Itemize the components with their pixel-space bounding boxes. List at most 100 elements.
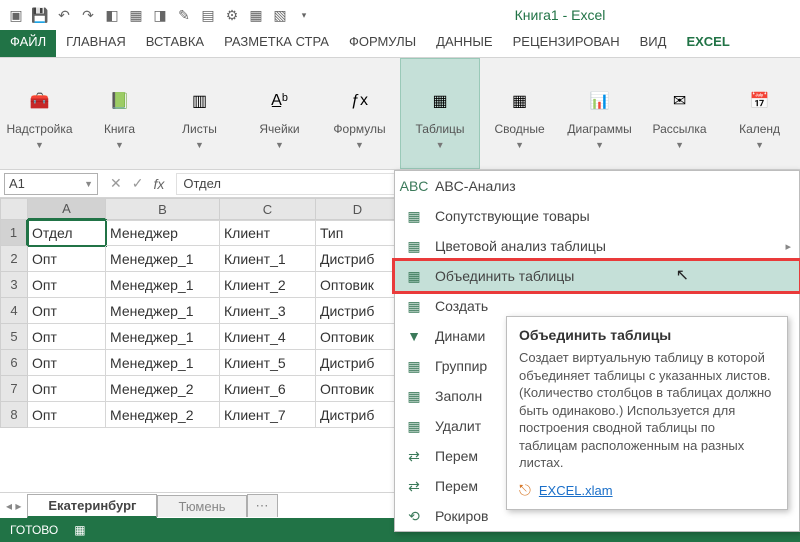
cell[interactable]: Менеджер_1	[106, 350, 220, 376]
ribbon-button-диаграммы[interactable]: 📊Диаграммы▼	[560, 58, 640, 169]
chevron-down-icon[interactable]: ▼	[84, 179, 93, 189]
menu-item[interactable]: AВCABC-Анализ	[395, 171, 799, 201]
ribbon-button-листы[interactable]: ▥Листы▼	[160, 58, 240, 169]
row-header[interactable]: 6	[0, 350, 28, 376]
menu-item[interactable]: ▦Сопутствующие товары	[395, 201, 799, 231]
menu-item-icon: ⟲	[405, 507, 423, 525]
ribbon-tab[interactable]: РЕЦЕНЗИРОВАН	[503, 30, 630, 57]
cell[interactable]: Клиент_3	[220, 298, 316, 324]
cell[interactable]: Дистриб	[316, 246, 400, 272]
row-header[interactable]: 1	[0, 220, 28, 246]
save-icon[interactable]: 💾	[30, 5, 50, 25]
ribbon-button-таблицы[interactable]: ▦Таблицы▼	[400, 58, 480, 169]
cell[interactable]: Опт	[28, 324, 106, 350]
ribbon-button-надстройка[interactable]: 🧰Надстройка▼	[0, 58, 80, 169]
cell[interactable]: Опт	[28, 402, 106, 428]
qat-overflow-icon[interactable]: ▾	[294, 5, 314, 25]
ribbon-button-книга[interactable]: 📗Книга▼	[80, 58, 160, 169]
menu-item[interactable]: ▦Объединить таблицы↖	[395, 261, 799, 291]
ribbon-icon: ✉	[662, 83, 698, 119]
ribbon-tab[interactable]: ФАЙЛ	[0, 30, 56, 57]
ribbon-tab[interactable]: ДАННЫЕ	[426, 30, 502, 57]
qat-btn-7[interactable]: ▧	[270, 5, 290, 25]
sheet-tab[interactable]: Тюмень	[157, 495, 246, 517]
row-header[interactable]: 7	[0, 376, 28, 402]
qat-btn-4[interactable]: ✎	[174, 5, 194, 25]
add-sheet-button[interactable]: ⋯	[247, 494, 278, 517]
tooltip-link[interactable]: EXCEL.xlam	[539, 483, 613, 498]
ribbon-button-сводные[interactable]: ▦Сводные▼	[480, 58, 560, 169]
ribbon-button-формулы[interactable]: ƒxФормулы▼	[320, 58, 400, 169]
ribbon-button-календ[interactable]: 📅Календ▼	[720, 58, 800, 169]
qat-btn-5[interactable]: ▤	[198, 5, 218, 25]
chevron-down-icon: ▼	[355, 140, 364, 150]
select-all-corner[interactable]	[0, 198, 28, 220]
cell[interactable]: Менеджер_2	[106, 402, 220, 428]
name-box[interactable]: A1 ▼	[4, 173, 98, 195]
cell[interactable]: Клиент_7	[220, 402, 316, 428]
ribbon-button-рассылка[interactable]: ✉Рассылка▼	[640, 58, 720, 169]
cancel-icon[interactable]: ✕	[110, 175, 122, 192]
redo-icon[interactable]: ↷	[78, 5, 98, 25]
cell[interactable]: Клиент_2	[220, 272, 316, 298]
sheet-nav[interactable]: ◂ ▸	[0, 499, 27, 513]
ribbon-button-ячейки[interactable]: A̲ᵇЯчейки▼	[240, 58, 320, 169]
chevron-down-icon: ▼	[755, 140, 764, 150]
row-header[interactable]: 3	[0, 272, 28, 298]
cell[interactable]: Клиент_5	[220, 350, 316, 376]
cell[interactable]: Опт	[28, 298, 106, 324]
cell[interactable]: Клиент_1	[220, 246, 316, 272]
cell[interactable]: Опт	[28, 376, 106, 402]
ribbon-tab[interactable]: ВСТАВКА	[136, 30, 214, 57]
cell[interactable]: Дистриб	[316, 298, 400, 324]
ribbon-icon: ▥	[182, 83, 218, 119]
qat-btn-2[interactable]: ▦	[126, 5, 146, 25]
cell[interactable]: Тип	[316, 220, 400, 246]
gear-icon[interactable]: ⚙	[222, 5, 242, 25]
cell[interactable]: Дистриб	[316, 402, 400, 428]
menu-item-label: Рокиров	[435, 508, 488, 524]
cell[interactable]: Клиент	[220, 220, 316, 246]
enter-icon[interactable]: ✓	[132, 175, 144, 192]
cell[interactable]: Менеджер	[106, 220, 220, 246]
sheet-tab-active[interactable]: Екатеринбург	[27, 494, 157, 518]
cell[interactable]: Отдел	[28, 220, 106, 246]
cell[interactable]: Оптовик	[316, 376, 400, 402]
cell[interactable]: Оптовик	[316, 272, 400, 298]
row-header[interactable]: 2	[0, 246, 28, 272]
column-header[interactable]: D	[316, 198, 400, 220]
ribbon-tab[interactable]: РАЗМЕТКА СТРА	[214, 30, 339, 57]
cell[interactable]: Клиент_6	[220, 376, 316, 402]
ribbon-tab[interactable]: ГЛАВНАЯ	[56, 30, 136, 57]
cell[interactable]: Опт	[28, 246, 106, 272]
cell[interactable]: Менеджер_1	[106, 324, 220, 350]
cell[interactable]: Менеджер_1	[106, 272, 220, 298]
column-header[interactable]: B	[106, 198, 220, 220]
ribbon-label: Надстройка	[6, 123, 72, 136]
qat-btn-3[interactable]: ◨	[150, 5, 170, 25]
row-header[interactable]: 8	[0, 402, 28, 428]
column-header[interactable]: A	[28, 198, 106, 220]
cell[interactable]: Опт	[28, 272, 106, 298]
ribbon-tab[interactable]: EXCEL	[676, 30, 739, 57]
cell[interactable]: Оптовик	[316, 324, 400, 350]
ribbon-tab[interactable]: ВИД	[630, 30, 677, 57]
cell[interactable]: Менеджер_1	[106, 246, 220, 272]
quick-access-toolbar: ▣ 💾 ↶ ↷ ◧ ▦ ◨ ✎ ▤ ⚙ ▦ ▧ ▾	[0, 5, 320, 25]
cell[interactable]: Дистриб	[316, 350, 400, 376]
column-header[interactable]: C	[220, 198, 316, 220]
cell[interactable]: Клиент_4	[220, 324, 316, 350]
menu-item[interactable]: ▦Цветовой анализ таблицы	[395, 231, 799, 261]
ribbon-tab[interactable]: ФОРМУЛЫ	[339, 30, 426, 57]
cell[interactable]: Опт	[28, 350, 106, 376]
fx-icon[interactable]: fx	[153, 176, 164, 192]
row-header[interactable]: 4	[0, 298, 28, 324]
cell[interactable]: Менеджер_1	[106, 298, 220, 324]
chevron-down-icon: ▼	[195, 140, 204, 150]
qat-btn-6[interactable]: ▦	[246, 5, 266, 25]
macro-record-icon[interactable]: ▦	[74, 523, 85, 537]
qat-btn-1[interactable]: ◧	[102, 5, 122, 25]
cell[interactable]: Менеджер_2	[106, 376, 220, 402]
undo-icon[interactable]: ↶	[54, 5, 74, 25]
row-header[interactable]: 5	[0, 324, 28, 350]
